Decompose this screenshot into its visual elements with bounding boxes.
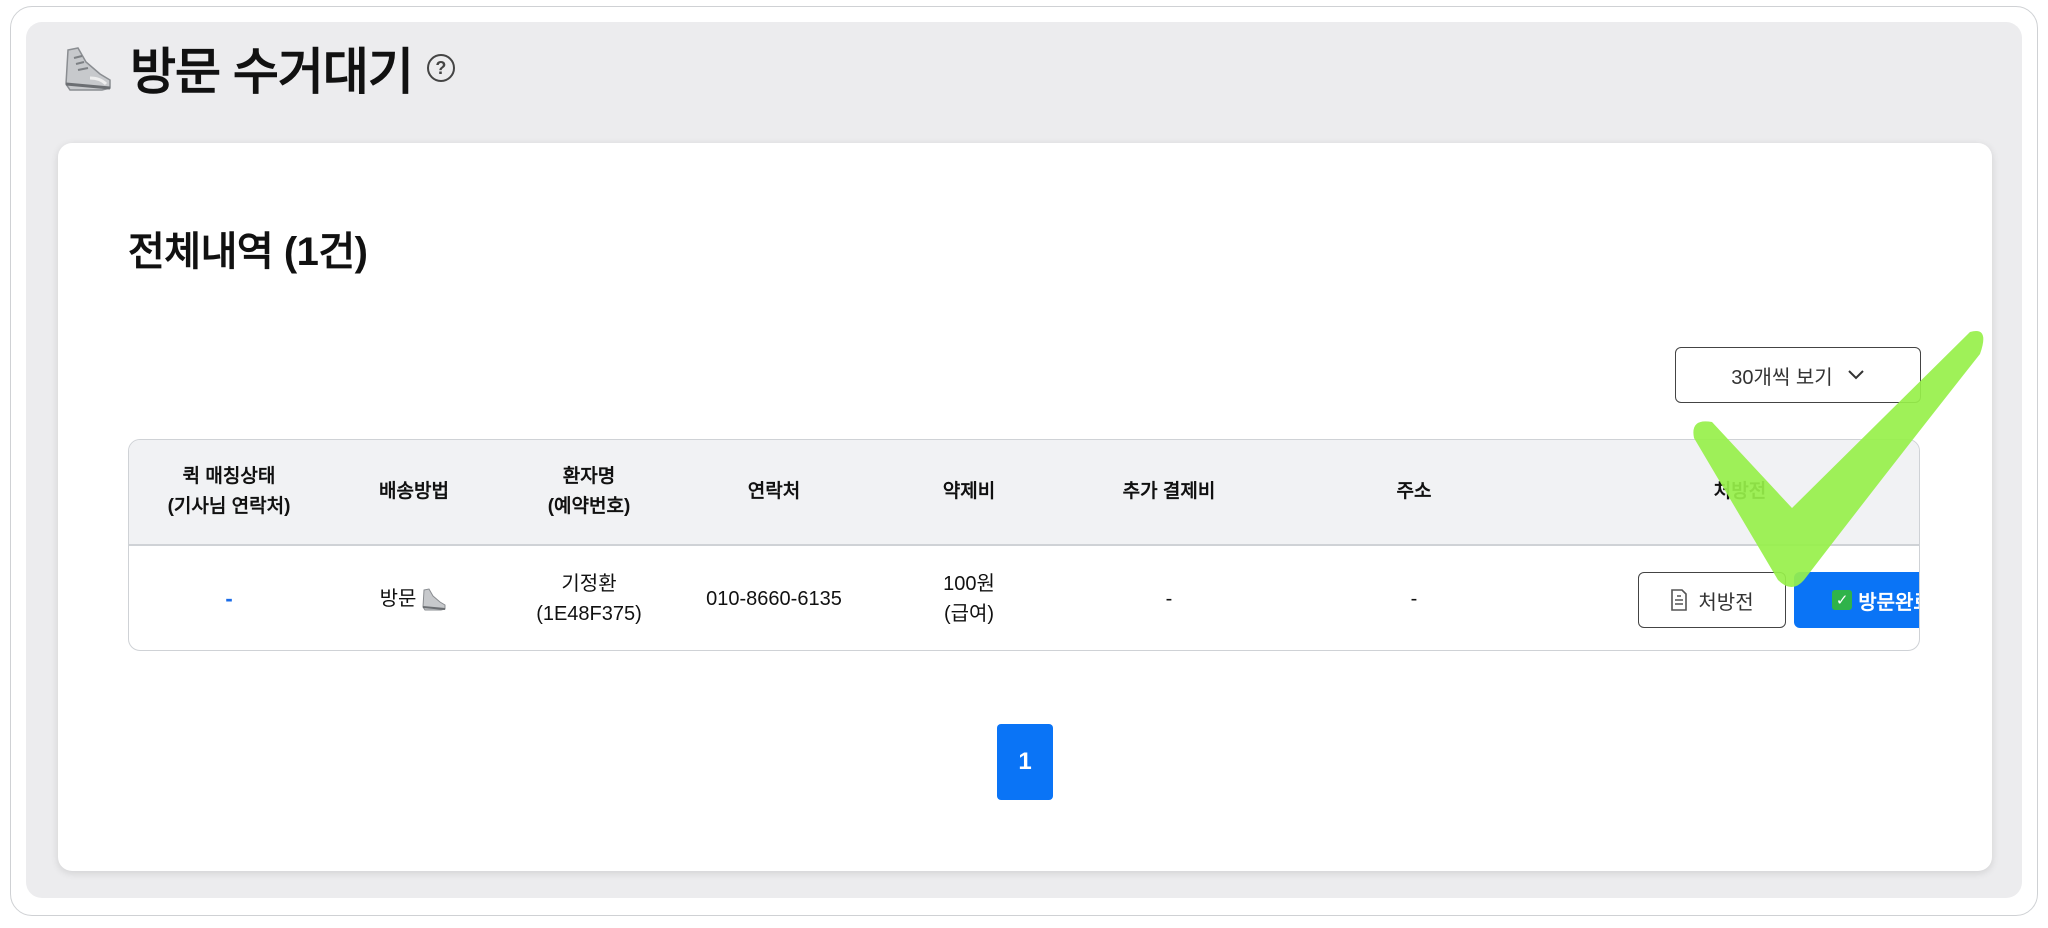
table-row: - 방문 기정환 (1E48F375) 010-8660-6135 100원 (… [129, 546, 1919, 650]
extra-fee-cell: - [1165, 588, 1173, 610]
column-header-extra-fee: 추가 결제비 [1122, 481, 1216, 502]
visit-done-button[interactable]: ✓ 방문완료 [1794, 572, 1919, 628]
column-header-patient: 환자명 (예약번호) [547, 466, 631, 517]
sneaker-icon [422, 588, 446, 611]
help-icon[interactable]: ? [426, 54, 455, 82]
column-header-delivery-method: 배송방법 [379, 481, 449, 502]
phone-cell: 010-8660-6135 [706, 588, 842, 610]
column-header-prescription: 처방전 [1713, 481, 1767, 502]
delivery-method-value: 방문 [379, 588, 417, 610]
medicine-fee-cell: 100원 (급여) [943, 573, 995, 625]
column-header-phone: 연락처 [747, 481, 801, 502]
pagination-page-1[interactable]: 1 [997, 724, 1053, 800]
patient-cell: 기정환 (1E48F375) [536, 573, 642, 625]
table-header: 퀵 매칭상태 (기사님 연락처) 배송방법 환자명 (예약번호) 연락처 약제비… [129, 440, 1919, 546]
visit-done-button-label: 방문완료 [1858, 591, 1919, 614]
page-size-select[interactable]: 30개씩 보기 [1675, 347, 1921, 403]
column-header-medicine-fee: 약제비 [942, 481, 996, 502]
content-card: 전체내역 (1건) 30개씩 보기 퀵 매칭상태 (기사님 연락처) 배송방법 … [58, 143, 1992, 871]
sneaker-icon [65, 47, 111, 91]
quick-status-value[interactable]: - [225, 584, 232, 614]
quick-status-cell: - [129, 546, 329, 650]
section-title: 전체내역 (1건) [128, 230, 368, 274]
column-header-address: 주소 [1396, 481, 1432, 502]
document-icon [1671, 589, 1688, 611]
column-header-quick-status: 퀵 매칭상태 (기사님 연락처) [167, 466, 291, 517]
page-header: 방문 수거대기 ? [60, 28, 455, 108]
delivery-method-cell: 방문 [329, 546, 499, 650]
prescription-button[interactable]: 처방전 [1638, 572, 1786, 628]
checkbox-check-icon: ✓ [1832, 590, 1853, 610]
address-cell: - [1410, 588, 1418, 610]
page-size-label: 30개씩 보기 [1731, 366, 1833, 389]
page-title: 방문 수거대기 [130, 44, 414, 100]
chevron-down-icon [1847, 370, 1864, 380]
prescription-button-label: 처방전 [1698, 591, 1754, 614]
orders-table: 퀵 매칭상태 (기사님 연락처) 배송방법 환자명 (예약번호) 연락처 약제비… [128, 439, 1920, 651]
